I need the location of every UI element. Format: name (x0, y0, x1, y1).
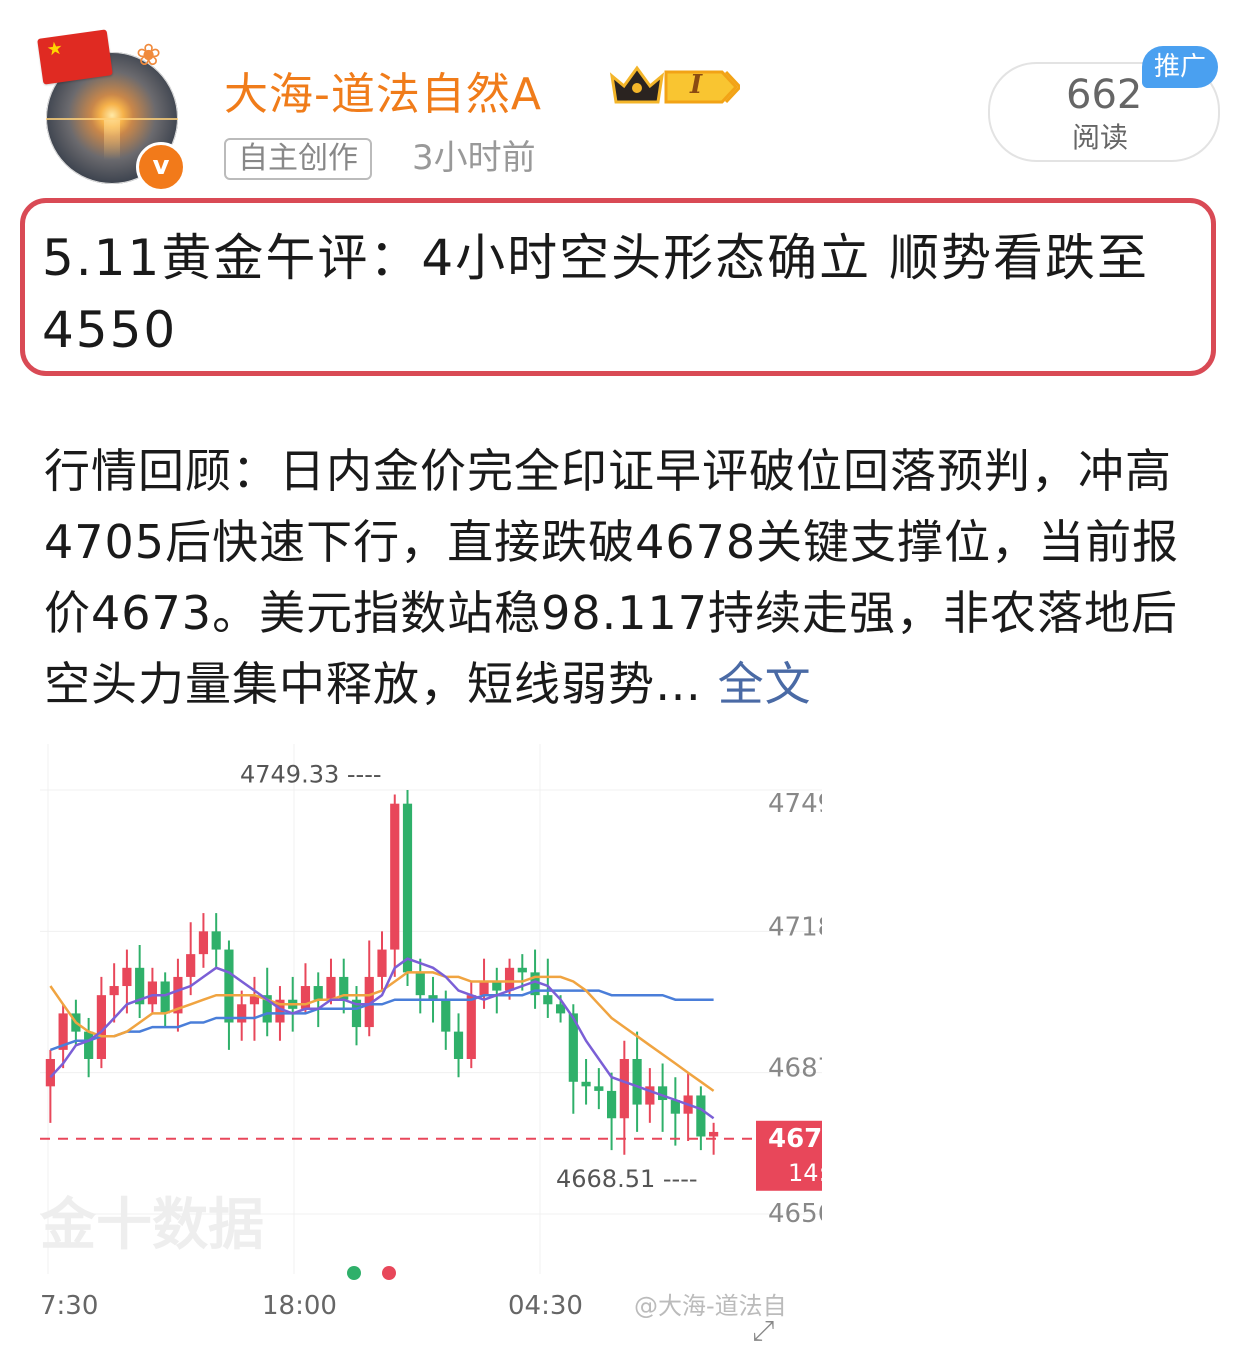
candle-body (402, 803, 413, 973)
promote-button[interactable]: 推广 (1142, 46, 1218, 88)
candle-body (709, 1131, 719, 1137)
candle-body (147, 981, 158, 1005)
candle-body (479, 981, 489, 996)
username[interactable]: 大海-道法自然A (224, 58, 542, 122)
candle-body (543, 995, 553, 1005)
candle-body (326, 976, 336, 1000)
x-tick-label: 7:30 (40, 1291, 98, 1321)
avatar-sun-reflection (104, 120, 120, 160)
candle-body (453, 1031, 464, 1059)
candle-body (122, 967, 132, 987)
expand-icon[interactable]: ⤢ (752, 1314, 774, 1344)
verified-badge: v (136, 142, 186, 192)
candle-body (313, 986, 323, 1000)
high-label: 4749.33 ---- (240, 760, 382, 788)
butterfly-icon: ❀ (136, 38, 162, 73)
candle-body (581, 1081, 591, 1087)
candle-body (198, 931, 209, 955)
candle-body (109, 986, 119, 996)
level-label: I (690, 70, 703, 100)
read-label: 阅读 (1072, 121, 1129, 154)
candle-body (504, 967, 515, 991)
candle-body (619, 1058, 629, 1119)
candle-body (186, 954, 196, 977)
y-tick-label: 4718 (768, 912, 822, 942)
candle-body (160, 981, 170, 1014)
current-price-label: 4672 (768, 1124, 822, 1154)
chart-watermark: 金十数据 (40, 1193, 264, 1258)
star-icon: ★ (45, 37, 65, 61)
page-dot-red[interactable] (382, 1266, 396, 1280)
y-tick-label: 4687 (768, 1054, 822, 1084)
candle-body (415, 972, 425, 996)
candle-body (84, 1031, 94, 1059)
candle-body (594, 1086, 604, 1091)
candle-body (224, 949, 234, 1023)
candle-body (632, 1058, 642, 1105)
gold-candlestick-chart[interactable]: 金十数据 4749.33 ---- 4668.51 ---- 4749 4718 4… (40, 744, 822, 1344)
crown-icon (609, 65, 665, 104)
page-dot-green[interactable] (347, 1266, 361, 1280)
original-tag: 自主创作 (224, 138, 372, 180)
y-tick-label: 4656 (768, 1199, 822, 1229)
level-badge: I (664, 68, 743, 106)
candle-body (211, 931, 221, 950)
read-count: 662 (1066, 72, 1143, 118)
x-tick-label: 18:00 (262, 1291, 337, 1321)
x-tick-label: 04:30 (508, 1291, 583, 1321)
flag-icon: ★ (37, 29, 113, 85)
candle-body (606, 1090, 617, 1119)
candle-body (377, 949, 387, 977)
y-tick-label: 4749 (768, 789, 822, 819)
post-body-text: 行情回顾：日内金价完全印证早评破位回落预判，冲高4705后快速下行，直接跌破46… (44, 444, 1180, 711)
post-time: 3小时前 (412, 138, 536, 178)
post-body[interactable]: 行情回顾：日内金价完全印证早评破位回落预判，冲高4705后快速下行，直接跌破46… (44, 436, 1224, 720)
candle-body (517, 967, 527, 973)
low-label: 4668.51 ---- (556, 1165, 698, 1193)
countdown-label: 14: (788, 1159, 822, 1187)
candle-body (237, 1004, 247, 1023)
candle-body (492, 981, 502, 991)
candle-body (390, 803, 400, 950)
candle-body (441, 999, 451, 1032)
full-text-link[interactable]: 全文 (718, 657, 812, 711)
candle-body (696, 1095, 706, 1137)
post-title[interactable]: 5.11黄金午评：4小时空头形态确立 顺势看跌至4550 (42, 222, 1212, 366)
candle-body (466, 995, 476, 1059)
